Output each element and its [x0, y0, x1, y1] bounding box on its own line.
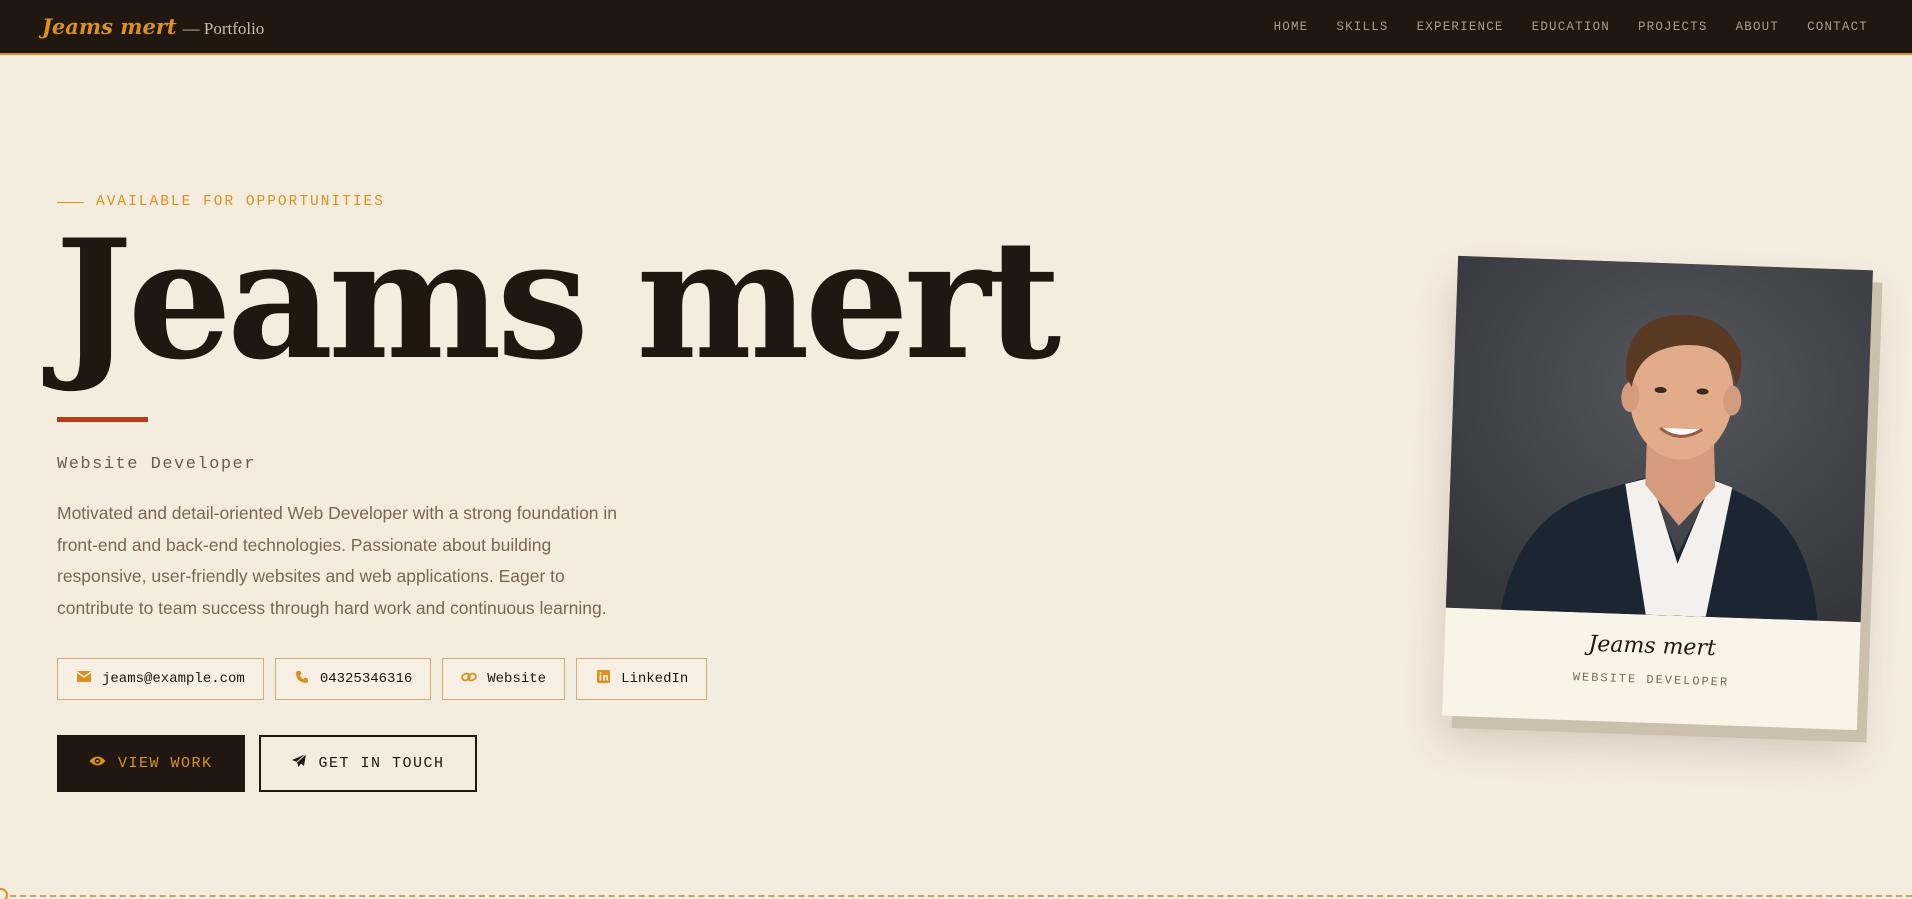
envelope-icon	[76, 671, 92, 687]
view-work-button[interactable]: VIEW WORK	[57, 735, 245, 792]
divider-dot	[0, 888, 8, 899]
view-work-label: VIEW WORK	[118, 755, 213, 772]
profile-photo	[1445, 255, 1873, 623]
linkedin-icon	[595, 670, 611, 688]
contact-chips: jeams@example.com 04325346316 Website Li…	[57, 658, 708, 700]
nav-link-skills[interactable]: SKILLS	[1336, 20, 1388, 34]
cta-buttons: VIEW WORK GET IN TOUCH	[57, 735, 477, 792]
email-chip[interactable]: jeams@example.com	[57, 658, 264, 700]
nav-link-education[interactable]: EDUCATION	[1532, 20, 1610, 34]
link-icon	[461, 671, 478, 688]
polaroid-caption-name: Jeams mert	[1588, 631, 1717, 662]
nav-links: HOME SKILLS EXPERIENCE EDUCATION PROJECT…	[1274, 20, 1868, 34]
eye-icon	[89, 755, 106, 772]
get-in-touch-label: GET IN TOUCH	[318, 755, 445, 772]
polaroid-caption-role: WEBSITE DEVELOPER	[1572, 670, 1730, 690]
profile-polaroid: Jeams mert WEBSITE DEVELOPER	[1442, 255, 1873, 731]
accent-divider	[57, 417, 148, 422]
section-divider	[0, 895, 1912, 897]
nav-link-contact[interactable]: CONTACT	[1807, 20, 1868, 34]
top-navbar: Jeams mert — Portfolio HOME SKILLS EXPER…	[0, 0, 1912, 55]
portrait-illustration	[1445, 255, 1873, 623]
phone-label: 04325346316	[319, 671, 413, 687]
website-chip[interactable]: Website	[442, 658, 566, 700]
hero-bio: Motivated and detail-oriented Web Develo…	[57, 503, 618, 618]
get-in-touch-button[interactable]: GET IN TOUCH	[258, 735, 477, 792]
nav-link-about[interactable]: ABOUT	[1736, 20, 1780, 34]
nav-link-experience[interactable]: EXPERIENCE	[1417, 20, 1504, 34]
website-label: Website	[487, 671, 547, 687]
brand-subtitle: — Portfolio	[182, 19, 265, 38]
hero-name-heading: Jeams mert	[55, 203, 1061, 396]
paper-plane-icon	[291, 753, 307, 774]
brand-logo[interactable]: Jeams mert — Portfolio	[42, 14, 264, 39]
nav-link-projects[interactable]: PROJECTS	[1638, 20, 1708, 34]
brand-name: Jeams mert	[42, 14, 177, 39]
nav-link-home[interactable]: HOME	[1274, 20, 1309, 34]
phone-icon	[294, 670, 310, 689]
phone-chip[interactable]: 04325346316	[274, 658, 432, 700]
linkedin-chip[interactable]: LinkedIn	[576, 658, 708, 700]
hero-role: Website Developer	[57, 455, 256, 474]
linkedin-label: LinkedIn	[621, 671, 689, 687]
email-label: jeams@example.com	[102, 671, 245, 687]
